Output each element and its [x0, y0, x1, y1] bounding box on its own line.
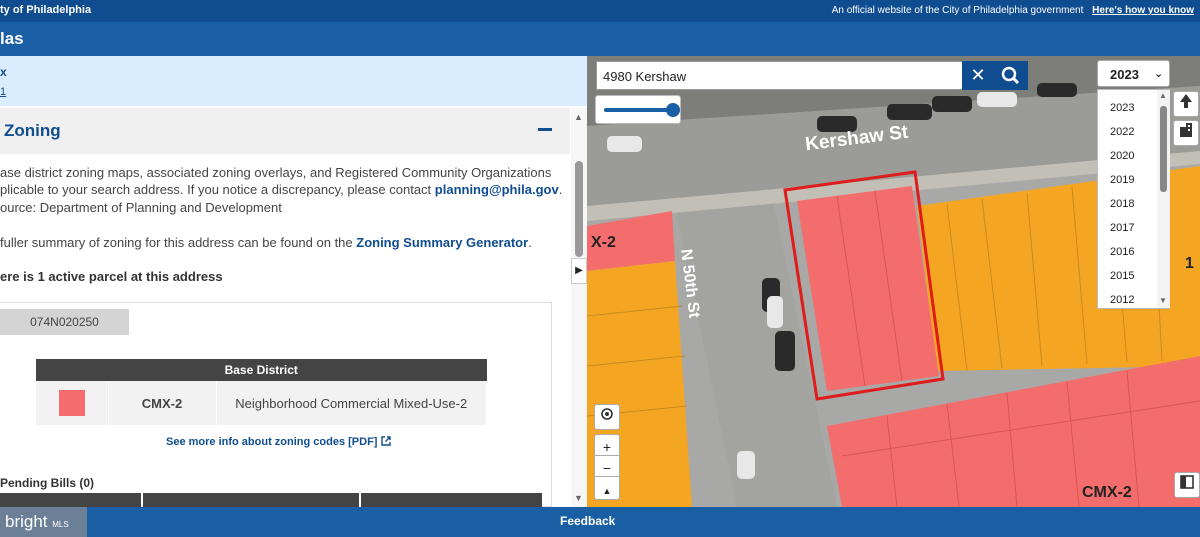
watermark-text: bright [5, 512, 48, 531]
compass-icon: ▲ [602, 486, 612, 496]
external-link-icon [380, 436, 391, 446]
parcel-count: ere is 1 active parcel at this address [0, 269, 223, 284]
zoning-color-swatch [58, 390, 85, 416]
zoning-description: ase district zoning maps, associated zon… [0, 164, 566, 198]
basemap-toggle-button[interactable] [1173, 91, 1199, 117]
year-option[interactable]: 2015 [1110, 270, 1134, 282]
base-district-table: Base District CMX-2 Neighborhood Commerc… [36, 359, 487, 425]
address-search-input[interactable] [603, 66, 963, 86]
year-option[interactable]: 2020 [1110, 150, 1134, 162]
source-text: ource: Department of Planning and Develo… [0, 200, 282, 215]
app-title[interactable]: las [0, 29, 24, 49]
zone-label-bottom: CMX-2 [1082, 484, 1132, 501]
app-header: las [0, 22, 1200, 56]
zone-label-left: X-2 [591, 234, 616, 251]
desc-line-2-post: . [558, 182, 563, 197]
minus-icon: − [602, 460, 612, 476]
table-row: CMX-2 Neighborhood Commercial Mixed-Use-… [36, 381, 487, 425]
scroll-down-icon[interactable]: ▼ [574, 493, 583, 503]
official-text: An official website of the City of Phila… [831, 5, 1084, 16]
zoning-codes-pdf-link[interactable]: See more info about zoning codes [PDF] [166, 436, 391, 448]
pending-bills-title: Pending Bills (0) [0, 476, 95, 490]
chevron-down-icon: ⌄ [1154, 68, 1164, 80]
desc-line-1: ase district zoning maps, associated zon… [0, 165, 552, 180]
planning-email-link[interactable]: planning@phila.gov [435, 182, 559, 197]
parcel-tab[interactable]: 074N020250 [0, 309, 129, 335]
clear-search-button[interactable]: ✕ [962, 61, 994, 90]
year-option[interactable]: 2017 [1110, 222, 1134, 234]
how-you-know-link[interactable]: Here's how you know [1092, 5, 1194, 16]
summary-post: . [528, 235, 532, 250]
year-option[interactable]: 2019 [1110, 174, 1134, 186]
crosshair-icon [601, 408, 613, 420]
collapse-icon[interactable] [538, 128, 552, 131]
scroll-up-icon[interactable]: ▲ [574, 112, 583, 122]
city-site-name[interactable]: ty of Philadelphia [0, 4, 91, 16]
left-panel-scrollbar[interactable]: ▲ ▼ [571, 108, 587, 507]
search-button[interactable] [994, 61, 1028, 90]
fullscreen-button[interactable] [1174, 472, 1200, 498]
plus-icon: + [602, 439, 612, 455]
zone-label-right: 1 [1185, 255, 1194, 272]
scroll-thumb[interactable] [575, 161, 583, 257]
geolocate-button[interactable] [594, 404, 620, 430]
gov-banner: ty of Philadelphia An official website o… [0, 0, 1200, 22]
buildings-toggle-button[interactable] [1173, 120, 1199, 146]
year-option[interactable]: 2012 [1110, 294, 1134, 306]
opacity-slider[interactable] [595, 95, 681, 124]
slider-handle[interactable] [666, 103, 680, 117]
year-option[interactable]: 2022 [1110, 126, 1134, 138]
summary-pre: fuller summary of zoning for this addres… [0, 235, 357, 250]
watermark-suffix: MLS [52, 520, 69, 529]
map[interactable]: Kershaw St N 50th St X-2 CMX-2 1 ✕ 2023 … [587, 56, 1200, 507]
slider-track [604, 108, 674, 112]
pending-bills-table-header [0, 493, 542, 507]
address-link[interactable]: 1 [0, 86, 6, 98]
zoning-summary-link[interactable]: Zoning Summary Generator [356, 235, 528, 250]
address-card: x 1 [0, 56, 587, 106]
zoning-heading: Zoning [4, 121, 61, 140]
collapse-panel-button[interactable]: ▶ [571, 258, 587, 284]
address-line: x [0, 65, 7, 79]
scroll-up-icon[interactable]: ▲ [1159, 91, 1167, 100]
desc-line-2-pre: plicable to your search address. If you … [0, 182, 435, 197]
left-panel: x 1 Zoning ase district zoning maps, ass… [0, 56, 587, 507]
zoning-code: CMX-2 [108, 381, 217, 425]
year-dropdown-list: 2023 2022 2020 2019 2018 2017 2016 2015 … [1097, 89, 1170, 309]
reset-north-button[interactable]: ▲ [594, 476, 620, 500]
official-site-notice: An official website of the City of Phila… [832, 5, 1194, 16]
tree-icon [1180, 94, 1192, 108]
swatch-cell [36, 381, 109, 425]
close-icon: ✕ [970, 65, 986, 85]
year-option[interactable]: 2018 [1110, 198, 1134, 210]
search-icon [1001, 66, 1020, 85]
scroll-thumb[interactable] [1160, 106, 1167, 192]
more-info-text: See more info about zoning codes [PDF] [166, 436, 378, 448]
buildings-icon [1180, 123, 1192, 137]
feedback-link[interactable]: Feedback [560, 514, 615, 528]
year-option[interactable]: 2016 [1110, 246, 1134, 258]
table-header: Base District [36, 359, 487, 381]
address-search-bar: ✕ [596, 61, 1028, 90]
summary-text: fuller summary of zoning for this addres… [0, 234, 532, 251]
imagery-year-select[interactable]: 2023 ⌄ [1097, 60, 1170, 87]
year-list-scrollbar[interactable]: ▲ ▼ [1157, 90, 1170, 308]
bright-mls-watermark: bright MLS [0, 507, 87, 537]
zoning-description-cell: Neighborhood Commercial Mixed-Use-2 [216, 381, 487, 425]
selected-year: 2023 [1110, 67, 1139, 82]
zoning-section-header[interactable]: Zoning [0, 108, 570, 154]
scroll-down-icon[interactable]: ▼ [1159, 296, 1167, 305]
footer-bar: bright MLS Feedback [0, 507, 1200, 537]
year-option[interactable]: 2023 [1110, 102, 1134, 114]
expand-icon [1180, 475, 1194, 489]
